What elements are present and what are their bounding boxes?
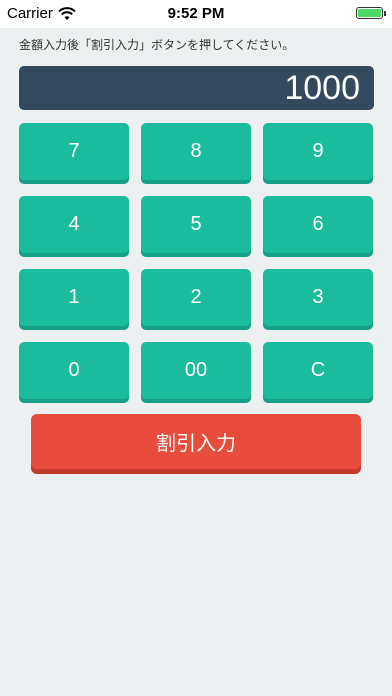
instruction-text: 金額入力後「割引入力」ボタンを押してください。 (19, 38, 295, 52)
key-1[interactable]: 1 (19, 269, 129, 326)
key-2[interactable]: 2 (141, 269, 251, 326)
status-bar: Carrier 9:52 PM (0, 0, 392, 28)
discount-input-button[interactable]: 割引入力 (31, 414, 361, 469)
amount-display: 1000 (19, 66, 374, 110)
key-9[interactable]: 9 (263, 123, 373, 180)
key-8[interactable]: 8 (141, 123, 251, 180)
key-00[interactable]: 00 (141, 342, 251, 399)
battery-icon (356, 7, 386, 19)
key-6[interactable]: 6 (263, 196, 373, 253)
key-3[interactable]: 3 (263, 269, 373, 326)
key-0[interactable]: 0 (19, 342, 129, 399)
key-4[interactable]: 4 (19, 196, 129, 253)
key-5[interactable]: 5 (141, 196, 251, 253)
clear-button[interactable]: C (263, 342, 373, 399)
status-time: 9:52 PM (167, 5, 225, 22)
key-7[interactable]: 7 (19, 123, 129, 180)
